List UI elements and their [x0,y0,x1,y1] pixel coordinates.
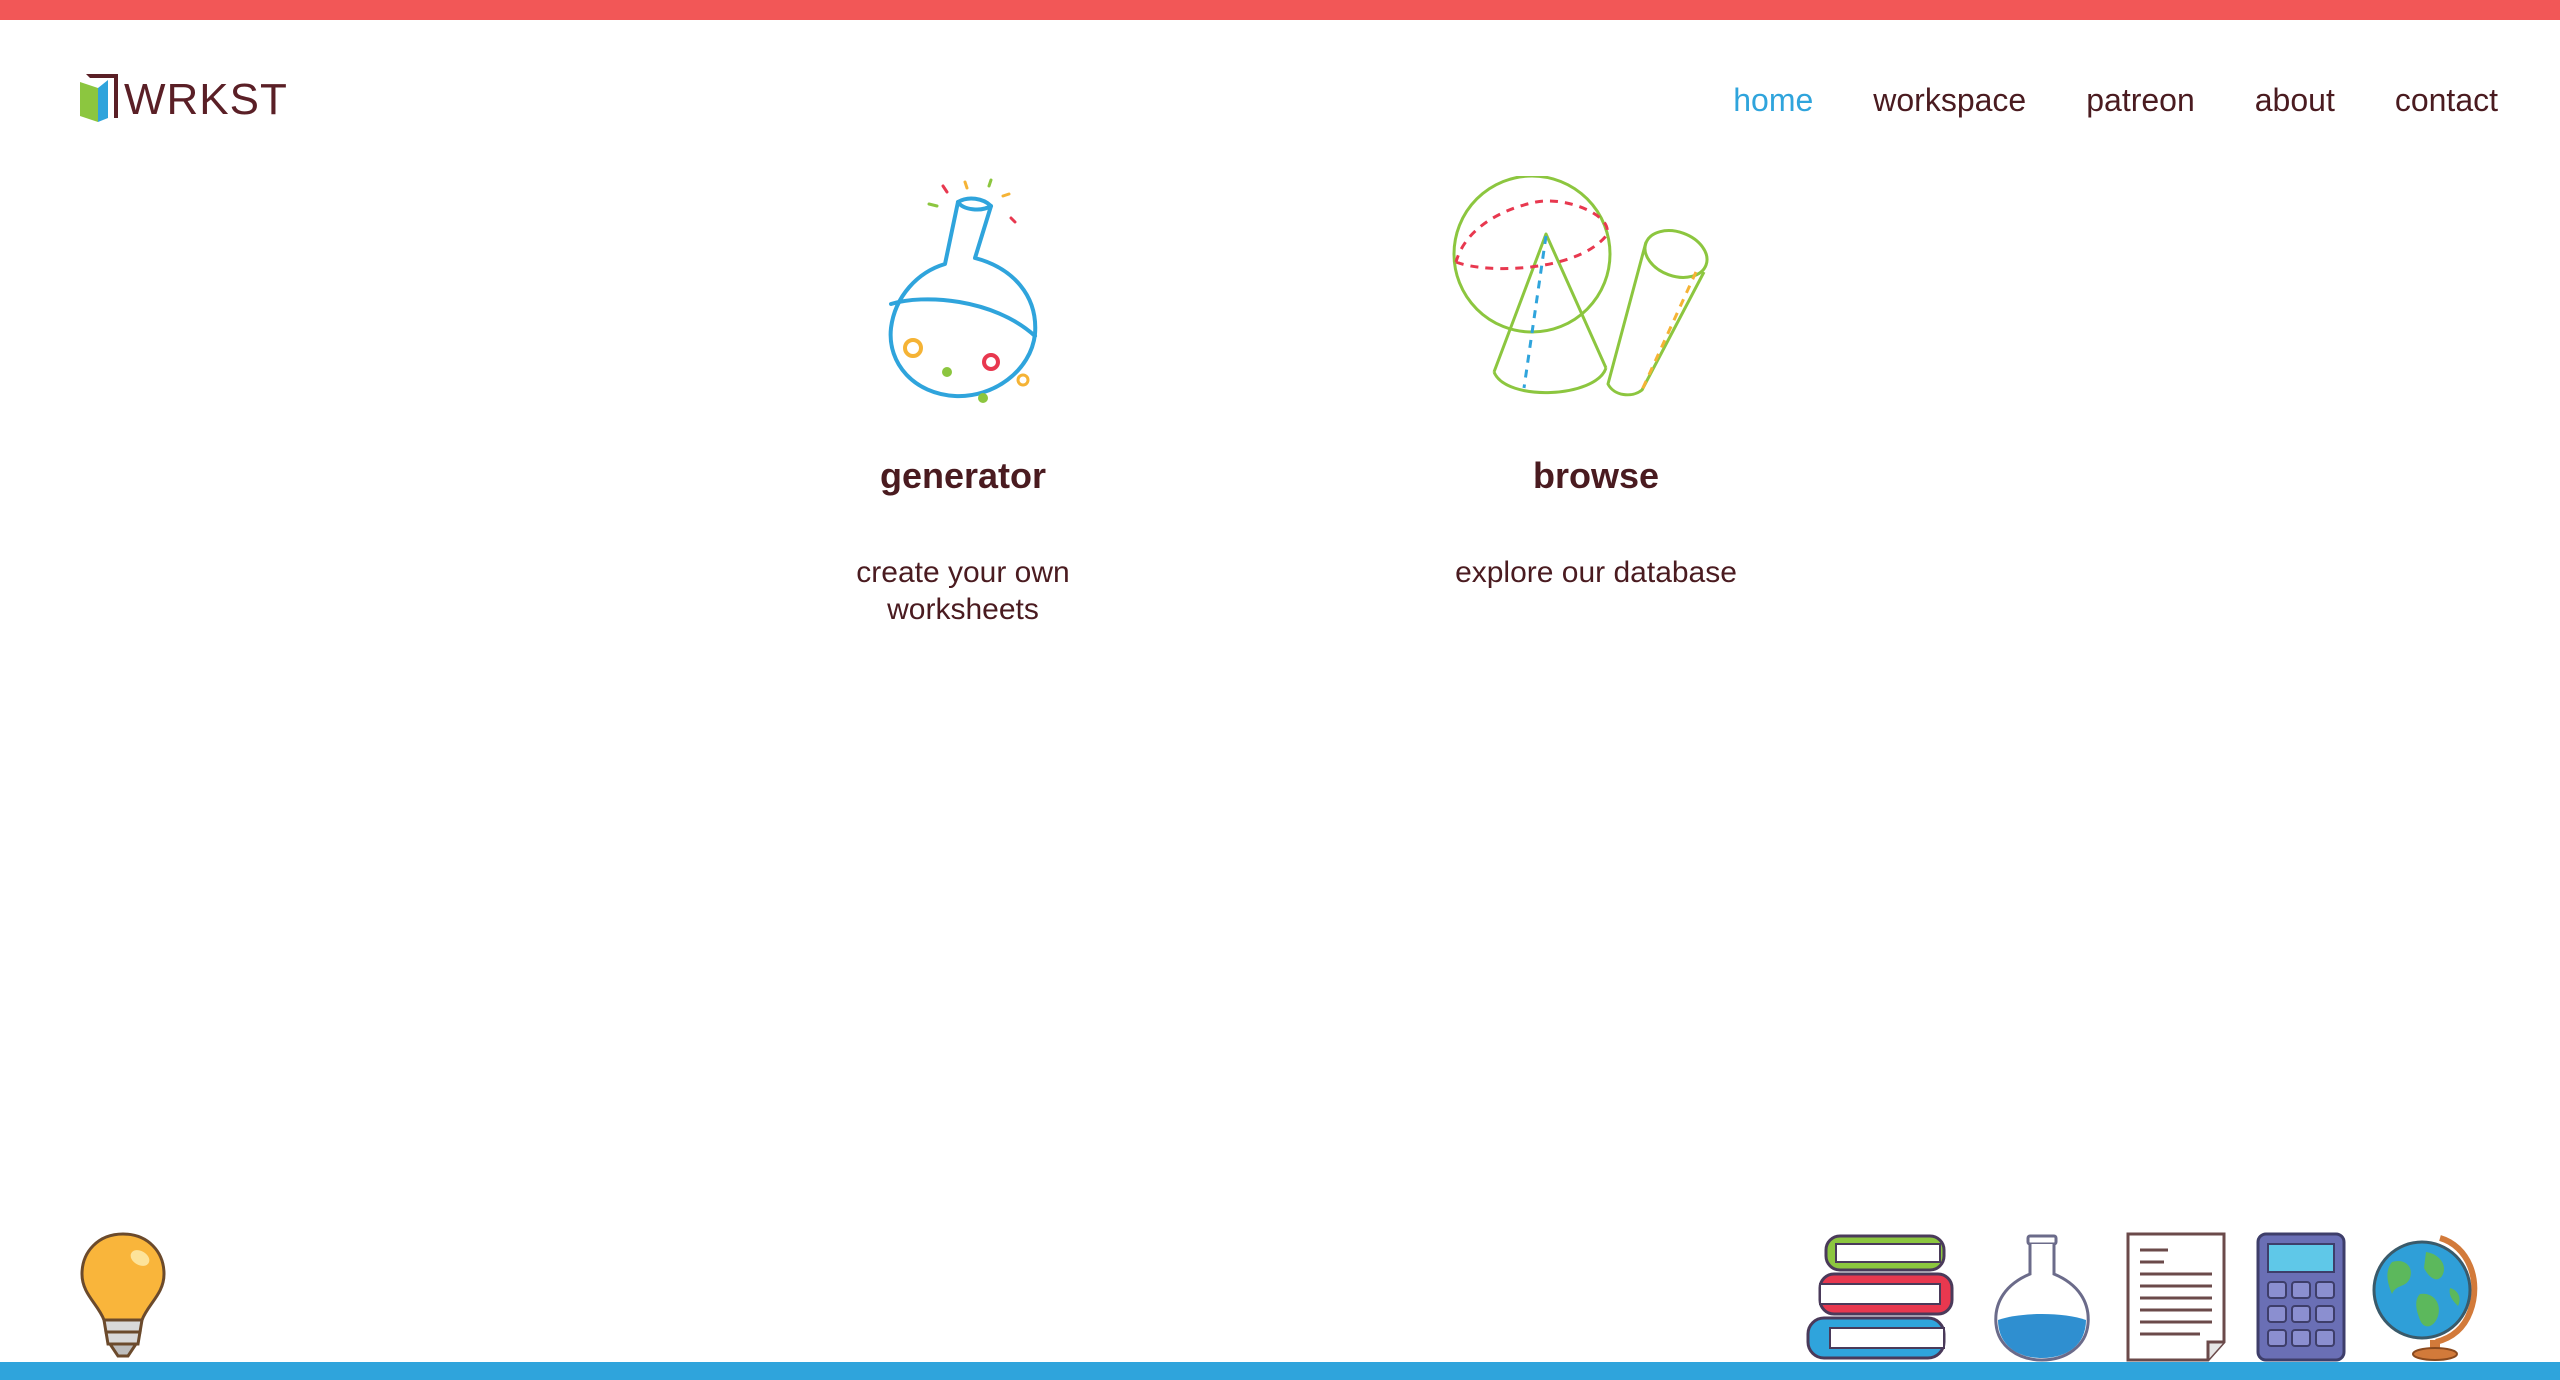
logo-text: WRKST [124,75,288,124]
lightbulb-icon [80,1232,166,1358]
document-icon [2126,1232,2226,1362]
calculator-icon [2256,1232,2346,1362]
generator-title: generator [879,455,1047,496]
main-nav: home workspace patreon about contact [1733,80,2498,120]
browse-title: browse [1532,455,1660,496]
browse-description: explore our database [1455,556,1737,589]
books-stack-icon [1806,1234,1954,1360]
nav-patreon[interactable]: patreon [2086,80,2195,120]
flask-icon [888,178,1038,403]
globe-icon [2372,1235,2478,1361]
flask-icon [1994,1234,2090,1362]
browse-card[interactable]: browse explore our database [1416,176,1776,591]
nav-workspace[interactable]: workspace [1873,80,2026,120]
logo[interactable]: WRKST [78,70,288,122]
generator-description: create your own worksheets [856,556,1070,626]
geometry-shapes-icon [1452,176,1709,397]
generator-card[interactable]: generator create your own worksheets [783,176,1143,628]
nav-home[interactable]: home [1733,80,1813,120]
nav-contact[interactable]: contact [2395,80,2498,120]
top-accent-bar [0,0,2560,20]
book-logo-icon [80,74,118,122]
nav-about[interactable]: about [2255,80,2335,120]
bottom-accent-bar [0,1362,2560,1380]
